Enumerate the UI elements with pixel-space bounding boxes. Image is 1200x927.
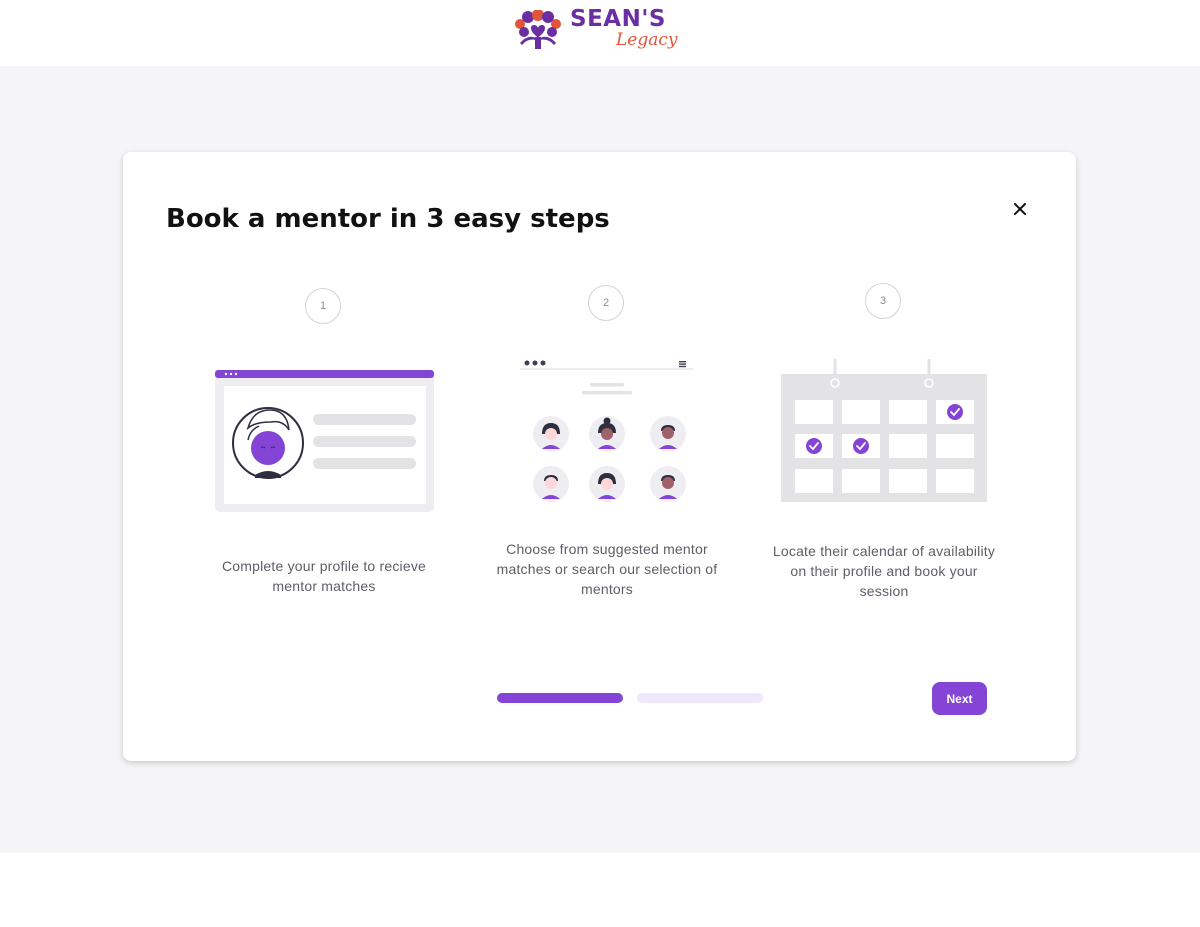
top-bar: SEAN'S Legacy — [0, 0, 1200, 66]
logo-script: Legacy — [616, 30, 678, 50]
close-button[interactable] — [1008, 197, 1032, 221]
step-2-number: 2 — [588, 285, 624, 321]
step-1-number: 1 — [305, 288, 341, 324]
page-footer-area — [0, 853, 1200, 927]
progress-step-2 — [637, 693, 763, 703]
modal-title: Book a mentor in 3 easy steps — [166, 204, 610, 234]
logo-wordmark: SEAN'S — [570, 6, 666, 32]
step-2-text: Choose from suggested mentor matches or … — [496, 541, 718, 597]
mentor-grid-illustration — [520, 357, 695, 512]
seans-legacy-logo[interactable]: SEAN'S Legacy — [512, 6, 688, 60]
tree-heart-icon — [515, 10, 561, 49]
close-icon — [1014, 203, 1026, 215]
next-button[interactable]: Next — [932, 682, 987, 715]
step-3-number: 3 — [865, 283, 901, 319]
progress-step-1 — [497, 693, 623, 703]
step-1-text: Complete your profile to recieve mentor … — [221, 558, 427, 594]
calendar-illustration — [781, 359, 987, 508]
onboarding-modal: Book a mentor in 3 easy steps 1 Complete… — [123, 152, 1076, 761]
step-3-text: Locate their calendar of availability on… — [772, 543, 996, 599]
profile-card-illustration — [215, 370, 434, 517]
